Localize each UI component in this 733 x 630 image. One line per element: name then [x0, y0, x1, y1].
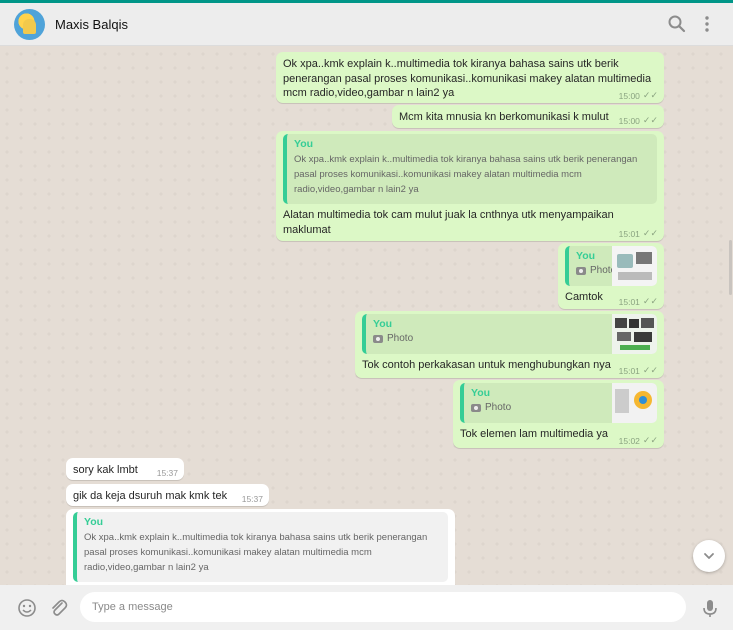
message-meta: 15:01 ✓✓ [619, 228, 658, 239]
emoji-icon[interactable] [16, 597, 38, 619]
camera-icon [576, 266, 586, 275]
photo-thumbnail[interactable] [612, 383, 657, 423]
message-bubble-outgoing[interactable]: You Photo Tok contoh perkakasan untuk me… [355, 311, 664, 378]
message-meta: 15:02 ✓✓ [619, 435, 658, 446]
quote-type: Photo [485, 402, 512, 413]
message-bubble-outgoing[interactable]: You Ok xpa..kmk explain k..multimedia to… [276, 131, 664, 241]
photo-thumbnail[interactable] [612, 246, 657, 286]
composer-bar [0, 585, 733, 630]
message-bubble-outgoing[interactable]: You Photo Tok elemen lam multimedia ya 1… [453, 380, 664, 448]
quote-text: Ok xpa..kmk explain k..multimedia tok ki… [84, 532, 428, 573]
read-ticks-icon: ✓✓ [642, 435, 658, 445]
quoted-message[interactable]: You Ok xpa..kmk explain k..multimedia to… [283, 134, 657, 204]
message-text: Ok xpa..kmk explain k..multimedia tok ki… [283, 58, 652, 99]
message-meta: 15:00 ✓✓ [619, 90, 658, 101]
message-meta: 15:00 ✓✓ [619, 115, 658, 126]
quote-author: You [84, 516, 104, 528]
message-meta: 15:37 [242, 494, 263, 504]
quoted-message[interactable]: You Ok xpa..kmk explain k..multimedia to… [73, 512, 448, 582]
camera-icon [373, 334, 383, 343]
quote-text: Ok xpa..kmk explain k..multimedia tok ki… [294, 154, 638, 195]
message-time: 15:00 [618, 115, 640, 126]
message-bubble-incoming[interactable]: sory kak lmbt 15:37 [66, 458, 184, 480]
message-bubble-outgoing[interactable]: Mcm kita mnusia kn berkomunikasi k mulut… [392, 105, 664, 128]
message-time: 15:01 [618, 228, 640, 239]
message-input[interactable] [92, 601, 686, 613]
chat-message-area[interactable]: Ok xpa..kmk explain k..multimedia tok ki… [0, 47, 733, 585]
menu-icon[interactable] [696, 13, 718, 35]
quote-author: You [373, 318, 393, 330]
message-text: Tok contoh perkakasan untuk menghubungka… [362, 359, 611, 371]
message-bubble-outgoing[interactable]: Ok xpa..kmk explain k..multimedia tok ki… [276, 52, 664, 103]
read-ticks-icon: ✓✓ [642, 90, 658, 100]
chevron-down-icon [704, 553, 714, 559]
quote-photo-label: Photo [373, 333, 650, 344]
search-icon[interactable] [666, 13, 688, 35]
message-meta: 15:01 ✓✓ [619, 365, 658, 376]
chat-scrollbar[interactable] [729, 240, 732, 295]
message-text: Alatan multimedia tok cam mulut juak la … [283, 209, 614, 236]
message-meta: 15:37 [157, 468, 178, 478]
scroll-to-bottom-button[interactable] [693, 540, 725, 572]
attach-icon[interactable] [47, 597, 69, 619]
quote-author: You [294, 138, 314, 150]
read-ticks-icon: ✓✓ [642, 115, 658, 125]
message-meta: 15:01 ✓✓ [619, 296, 658, 307]
message-bubble-outgoing[interactable]: You Photo Camtok 15:01 ✓✓ [558, 243, 664, 309]
message-time: 15:37 [156, 468, 178, 478]
microphone-icon[interactable] [699, 597, 721, 619]
message-time: 15:01 [618, 296, 640, 307]
contact-avatar[interactable] [14, 9, 45, 40]
message-bubble-incoming[interactable]: You Ok xpa..kmk explain k..multimedia to… [66, 509, 455, 585]
message-text: gik da keja dsuruh mak kmk tek [73, 490, 228, 502]
quote-type: Photo [387, 333, 414, 344]
read-ticks-icon: ✓✓ [642, 228, 658, 238]
message-input-container[interactable] [80, 592, 686, 622]
camera-icon [471, 403, 481, 412]
message-time: 15:01 [618, 365, 640, 376]
quoted-message[interactable]: You Photo [362, 314, 657, 354]
message-time: 15:37 [241, 494, 263, 504]
read-ticks-icon: ✓✓ [642, 296, 658, 306]
quoted-message[interactable]: You Photo [565, 246, 657, 286]
message-time: 15:00 [618, 90, 640, 101]
quoted-message[interactable]: You Photo [460, 383, 657, 423]
contact-name[interactable]: Maxis Balqis [55, 17, 128, 32]
photo-thumbnail[interactable] [612, 314, 657, 354]
read-ticks-icon: ✓✓ [642, 365, 658, 375]
message-bubble-incoming[interactable]: gik da keja dsuruh mak kmk tek 15:37 [66, 484, 269, 506]
message-time: 15:02 [618, 435, 640, 446]
chat-header: Maxis Balqis [0, 3, 733, 46]
